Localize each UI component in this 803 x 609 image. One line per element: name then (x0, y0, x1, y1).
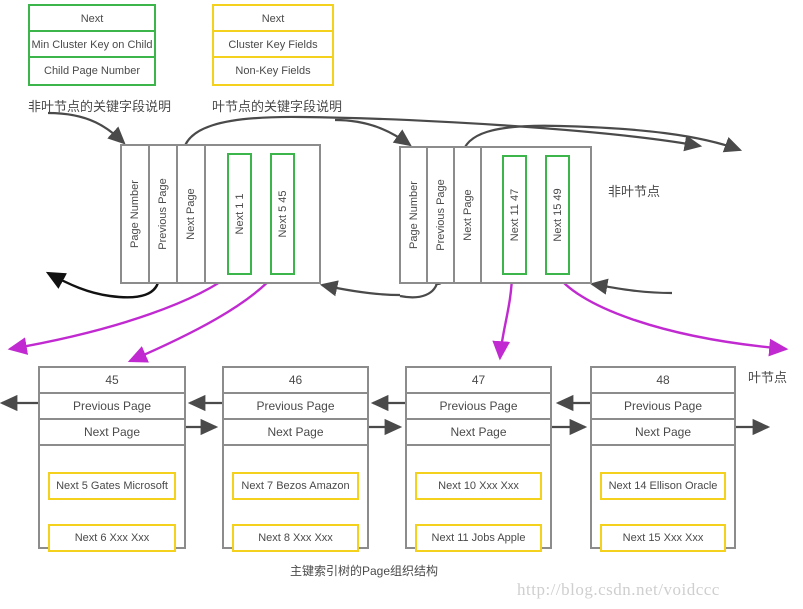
internal-node-1-key-2-label: Next 5 45 (276, 190, 289, 238)
internal-node-1-key-2: Next 5 45 (270, 153, 295, 275)
internal-node-2-key-1: Next 11 47 (502, 155, 527, 275)
legend-nonleaf-caption: 非叶节点的关键字段说明 (28, 99, 172, 114)
child-pointer-arrow-2 (127, 271, 278, 363)
internal-node-1-keys-cell: Next 1 1 Next 5 45 (206, 146, 319, 282)
leaf-node-48-record-1: Next 14 Ellison Oracle (600, 472, 726, 500)
right-inode-prev-incoming-arrow (589, 278, 673, 295)
leaf-node-48: 48 Previous Page Next Page Next 14 Ellis… (590, 366, 736, 552)
leaf-node-48-body: Next 14 Ellison Oracle Next 15 Xxx Xxx (592, 446, 734, 552)
leaf-node-47: 47 Previous Page Next Page Next 10 Xxx X… (405, 366, 552, 552)
nonleaf-level-label: 非叶节点 (608, 184, 661, 199)
leaf-node-46-record-1: Next 7 Bezos Amazon (232, 472, 359, 500)
legend-nonleaf-row-0: Next (30, 6, 154, 32)
leaf-node-46-record-2: Next 8 Xxx Xxx (232, 524, 359, 552)
internal-node-1-key-1-label: Next 1 1 (233, 193, 246, 235)
internal-node-2-next-page-cell: Next Page (455, 148, 482, 282)
internal-node-2-keys-cell: Next 11 47 Next 15 49 (482, 148, 590, 282)
internal-node-1-key-1: Next 1 1 (227, 153, 252, 275)
diagram-canvas: Next Min Cluster Key on Child Child Page… (0, 0, 803, 609)
internal-node-2-page-number-label: Page Number (407, 181, 420, 249)
leaf-node-45: 45 Previous Page Next Page Next 5 Gates … (38, 366, 186, 552)
leaf-node-46-next-page: Next Page (224, 420, 367, 446)
legend-nonleaf-row-2: Child Page Number (44, 65, 140, 77)
internal-node-2-page-number-cell: Page Number (401, 148, 428, 282)
leaf-node-46-previous-page: Previous Page (224, 394, 367, 420)
internal-node-1-next-page-cell: Next Page (178, 146, 206, 282)
internal-node-2-previous-page-cell: Previous Page (428, 148, 455, 282)
leaf-node-47-previous-page: Previous Page (407, 394, 550, 420)
internal-node-2-next-page-label: Next Page (461, 189, 474, 241)
root-pointer-arrow (47, 111, 126, 145)
legend-nonleaf: Next Min Cluster Key on Child Child Page… (28, 4, 172, 115)
leaf-node-45-record-1: Next 5 Gates Microsoft (48, 472, 176, 500)
legend-leaf-row-2: Non-Key Fields (235, 65, 311, 77)
watermark: http://blog.csdn.net/voidccc (517, 580, 720, 599)
leaf-node-46-page-number: 46 (224, 368, 367, 394)
internal-node-1-previous-page-cell: Previous Page (150, 146, 178, 282)
leaf-node-47-body: Next 10 Xxx Xxx Next 11 Jobs Apple (407, 446, 550, 552)
legend-leaf-row-0: Next (214, 6, 332, 32)
legend-nonleaf-box: Next Min Cluster Key on Child Child Page… (28, 4, 156, 86)
leaf-node-45-page-number: 45 (40, 368, 184, 394)
legend-leaf: Next Cluster Key Fields Non-Key Fields 叶… (212, 4, 343, 115)
legend-leaf-box: Next Cluster Key Fields Non-Key Fields (212, 4, 334, 86)
left-inode-prev-incoming-arrow (319, 280, 401, 297)
leaf-node-45-record-2: Next 6 Xxx Xxx (48, 524, 176, 552)
leaf-level-label: 叶节点 (748, 370, 788, 385)
leaf-node-45-next-page: Next Page (40, 420, 184, 446)
leaf-node-48-next-page: Next Page (592, 420, 734, 446)
right-inode-incoming-arrow (334, 118, 412, 147)
leaf-node-45-previous-page: Previous Page (40, 394, 184, 420)
leaf-node-48-record-2: Next 15 Xxx Xxx (600, 524, 726, 552)
leaf-node-47-record-2: Next 11 Jobs Apple (415, 524, 542, 552)
leaf-node-47-next-page: Next Page (407, 420, 550, 446)
legend-leaf-row-1: Cluster Key Fields (214, 32, 332, 58)
internal-node-2-previous-page-label: Previous Page (434, 179, 447, 251)
leaf-node-46-body: Next 7 Bezos Amazon Next 8 Xxx Xxx (224, 446, 367, 552)
leaf-node-45-body: Next 5 Gates Microsoft Next 6 Xxx Xxx (40, 446, 184, 552)
legend-nonleaf-row-1: Min Cluster Key on Child (30, 32, 154, 58)
internal-node-2-key-2: Next 15 49 (545, 155, 570, 275)
figure-caption: 主键索引树的Page组织结构 (290, 564, 439, 578)
child-pointer-arrow-3 (492, 271, 514, 361)
leaf-node-48-previous-page: Previous Page (592, 394, 734, 420)
internal-node-2-key-1-label: Next 11 47 (508, 188, 521, 242)
internal-node-1-previous-page-label: Previous Page (157, 178, 169, 250)
internal-node-2: Page Number Previous Page Next Page Next… (399, 146, 592, 284)
internal-node-1-page-number-cell: Page Number (122, 146, 150, 282)
internal-node-1: Page Number Previous Page Next Page Next… (120, 144, 321, 284)
leaf-node-47-page-number: 47 (407, 368, 550, 394)
internal-node-2-key-2-label: Next 15 49 (551, 188, 564, 242)
leaf-node-46: 46 Previous Page Next Page Next 7 Bezos … (222, 366, 369, 552)
leaf-node-48-page-number: 48 (592, 368, 734, 394)
legend-leaf-caption: 叶节点的关键字段说明 (212, 99, 343, 114)
internal-node-1-next-page-label: Next Page (185, 188, 197, 240)
internal-node-1-page-number-label: Page Number (129, 180, 141, 248)
leaf-node-47-record-1: Next 10 Xxx Xxx (415, 472, 542, 500)
